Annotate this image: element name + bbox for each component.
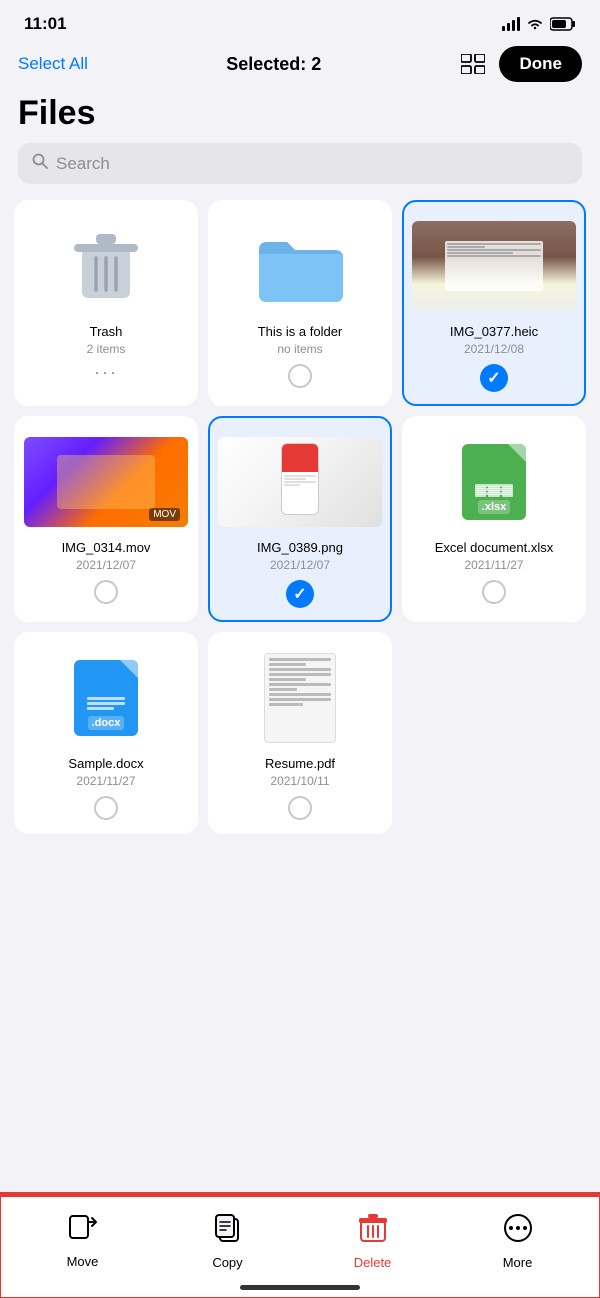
file-meta-folder: no items — [277, 342, 322, 356]
delete-icon — [359, 1213, 387, 1250]
excel-select-circle[interactable] — [482, 580, 506, 604]
bottom-toolbar: Move Copy Delete — [0, 1194, 600, 1298]
img0314-select-circle[interactable] — [94, 580, 118, 604]
file-card-img0314[interactable]: MOV IMG_0314.mov 2021/12/07 — [14, 416, 198, 622]
file-name-excel: Excel document.xlsx — [435, 540, 554, 555]
nav-right: Done — [459, 46, 582, 82]
file-card-excel[interactable]: .xlsx Excel document.xlsx 2021/11/27 — [402, 416, 586, 622]
move-icon — [68, 1214, 98, 1249]
excel-thumbnail: .xlsx — [412, 432, 576, 532]
file-date-img0314: 2021/12/07 — [76, 558, 136, 572]
file-date-img0377: 2021/12/08 — [464, 342, 524, 356]
copy-label: Copy — [212, 1255, 242, 1270]
file-date-img0389: 2021/12/07 — [270, 558, 330, 572]
file-name-sample: Sample.docx — [68, 756, 143, 771]
status-icons — [502, 17, 576, 31]
signal-icon — [502, 17, 520, 31]
wifi-icon — [526, 17, 544, 31]
img0314-thumbnail: MOV — [24, 432, 188, 532]
file-date-resume: 2021/10/11 — [270, 774, 329, 788]
file-card-folder[interactable]: This is a folder no items — [208, 200, 392, 406]
move-button[interactable]: Move — [10, 1214, 155, 1269]
more-button[interactable]: More — [445, 1213, 590, 1270]
file-date-excel: 2021/11/27 — [464, 558, 523, 572]
search-icon — [32, 153, 48, 174]
delete-label: Delete — [354, 1255, 392, 1270]
more-icon — [503, 1213, 533, 1250]
status-bar: 11:01 — [0, 0, 600, 40]
img0389-thumbnail — [218, 432, 382, 532]
delete-button[interactable]: Delete — [300, 1213, 445, 1270]
copy-button[interactable]: Copy — [155, 1213, 300, 1270]
file-card-resume[interactable]: Resume.pdf 2021/10/11 — [208, 632, 392, 834]
trash-menu-dots[interactable]: ··· — [94, 362, 118, 383]
file-card-trash[interactable]: Trash 2 items ··· — [14, 200, 198, 406]
search-placeholder: Search — [56, 154, 110, 174]
file-card-sample[interactable]: .docx Sample.docx 2021/11/27 — [14, 632, 198, 834]
grid-view-icon[interactable] — [459, 50, 487, 78]
file-name-trash: Trash — [90, 324, 123, 339]
img0377-thumbnail — [412, 216, 576, 316]
status-time: 11:01 — [24, 14, 67, 34]
file-grid: Trash 2 items ··· This is a folder no it… — [0, 200, 600, 834]
sample-select-circle[interactable] — [94, 796, 118, 820]
battery-icon — [550, 17, 576, 31]
img0377-select-check[interactable] — [480, 364, 508, 392]
search-bar[interactable]: Search — [18, 143, 582, 184]
select-all-button[interactable]: Select All — [18, 54, 88, 74]
done-button[interactable]: Done — [499, 46, 582, 82]
img0389-select-check[interactable] — [286, 580, 314, 608]
file-card-img0389[interactable]: IMG_0389.png 2021/12/07 — [208, 416, 392, 622]
resume-thumbnail — [218, 648, 382, 748]
file-name-img0377: IMG_0377.heic — [450, 324, 538, 339]
file-card-img0377[interactable]: IMG_0377.heic 2021/12/08 — [402, 200, 586, 406]
file-name-img0314: IMG_0314.mov — [62, 540, 151, 555]
resume-select-circle[interactable] — [288, 796, 312, 820]
copy-icon — [214, 1213, 242, 1250]
more-label: More — [503, 1255, 533, 1270]
file-meta-trash: 2 items — [87, 342, 126, 356]
sample-thumbnail: .docx — [24, 648, 188, 748]
selected-count: Selected: 2 — [226, 54, 321, 75]
page-title: Files — [0, 90, 600, 143]
folder-select-circle[interactable] — [288, 364, 312, 388]
file-date-sample: 2021/11/27 — [76, 774, 135, 788]
trash-thumbnail — [24, 216, 188, 316]
nav-bar: Select All Selected: 2 Done — [0, 40, 600, 90]
file-name-resume: Resume.pdf — [265, 756, 335, 771]
file-name-img0389: IMG_0389.png — [257, 540, 343, 555]
move-label: Move — [67, 1254, 99, 1269]
home-indicator — [240, 1285, 360, 1290]
folder-thumbnail — [218, 216, 382, 316]
file-name-folder: This is a folder — [258, 324, 343, 339]
